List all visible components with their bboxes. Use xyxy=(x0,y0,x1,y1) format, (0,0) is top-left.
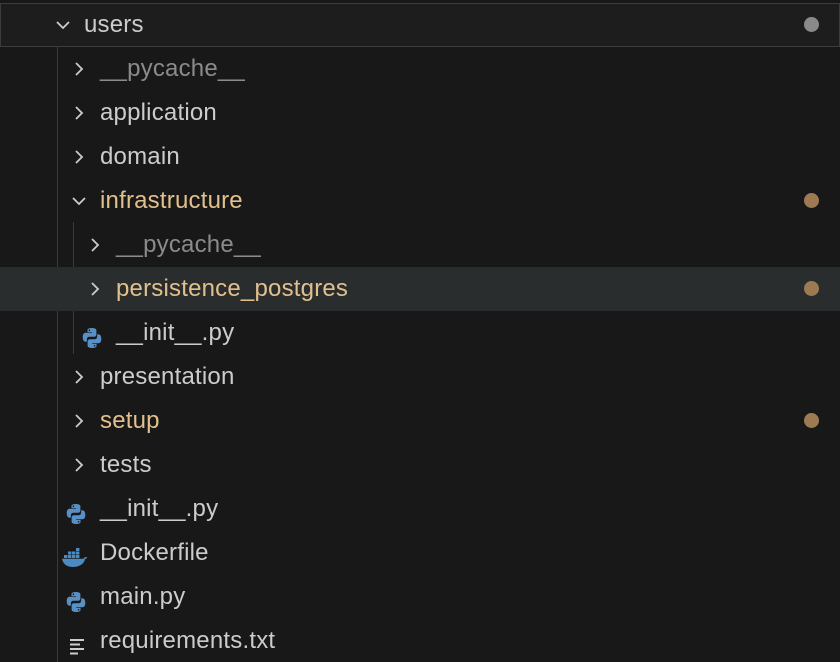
chevron-right-icon[interactable] xyxy=(70,412,88,430)
file-row-init-py[interactable]: __init__.py xyxy=(0,311,840,355)
chevron-down-icon[interactable] xyxy=(54,16,72,34)
file-row-dockerfile[interactable]: Dockerfile xyxy=(0,531,840,575)
folder-row-presentation[interactable]: presentation xyxy=(0,355,840,399)
chevron-down-icon[interactable] xyxy=(70,192,88,210)
file-row-init-py[interactable]: __init__.py xyxy=(0,487,840,531)
folder-row-tests[interactable]: tests xyxy=(0,443,840,487)
folder-label: users xyxy=(84,11,144,38)
folder-label: persistence_postgres xyxy=(116,275,349,302)
file-label: __init__.py xyxy=(100,495,219,522)
folder-row-domain[interactable]: domain xyxy=(0,135,840,179)
folder-label: presentation xyxy=(100,363,235,390)
chevron-right-icon[interactable] xyxy=(70,104,88,122)
file-label: main.py xyxy=(100,583,186,610)
folder-row-users[interactable]: users xyxy=(0,3,840,47)
python-icon xyxy=(64,585,90,612)
chevron-right-icon[interactable] xyxy=(70,368,88,386)
file-label: Dockerfile xyxy=(100,539,209,566)
modified-dot-icon xyxy=(804,193,819,208)
python-icon xyxy=(64,497,90,524)
chevron-right-icon[interactable] xyxy=(86,236,104,254)
folder-row-infrastructure[interactable]: infrastructure xyxy=(0,179,840,223)
folder-label: setup xyxy=(100,407,160,434)
modified-dot-icon xyxy=(804,17,819,32)
file-explorer-tree: users __pycache__ application domain inf… xyxy=(0,0,840,662)
chevron-right-icon[interactable] xyxy=(70,148,88,166)
file-label: __init__.py xyxy=(116,319,235,346)
folder-label: application xyxy=(100,99,217,126)
folder-label: __pycache__ xyxy=(116,231,261,258)
folder-label: domain xyxy=(100,143,180,170)
file-label: requirements.txt xyxy=(100,627,276,654)
folder-row-pycache[interactable]: __pycache__ xyxy=(0,47,840,91)
docker-icon xyxy=(61,541,88,567)
folder-row-pycache[interactable]: __pycache__ xyxy=(0,223,840,267)
folder-label: infrastructure xyxy=(100,187,243,214)
folder-label: __pycache__ xyxy=(100,55,245,82)
modified-dot-icon xyxy=(804,413,819,428)
chevron-right-icon[interactable] xyxy=(70,456,88,474)
file-row-requirements-txt[interactable]: requirements.txt xyxy=(0,619,840,662)
folder-label: tests xyxy=(100,451,152,478)
folder-row-application[interactable]: application xyxy=(0,91,840,135)
python-icon xyxy=(80,321,106,348)
text-lines-icon xyxy=(68,629,94,655)
folder-row-persistence-postgres[interactable]: persistence_postgres xyxy=(0,267,840,311)
chevron-right-icon[interactable] xyxy=(70,60,88,78)
modified-dot-icon xyxy=(804,281,819,296)
folder-row-setup[interactable]: setup xyxy=(0,399,840,443)
file-row-main-py[interactable]: main.py xyxy=(0,575,840,619)
chevron-right-icon[interactable] xyxy=(86,280,104,298)
